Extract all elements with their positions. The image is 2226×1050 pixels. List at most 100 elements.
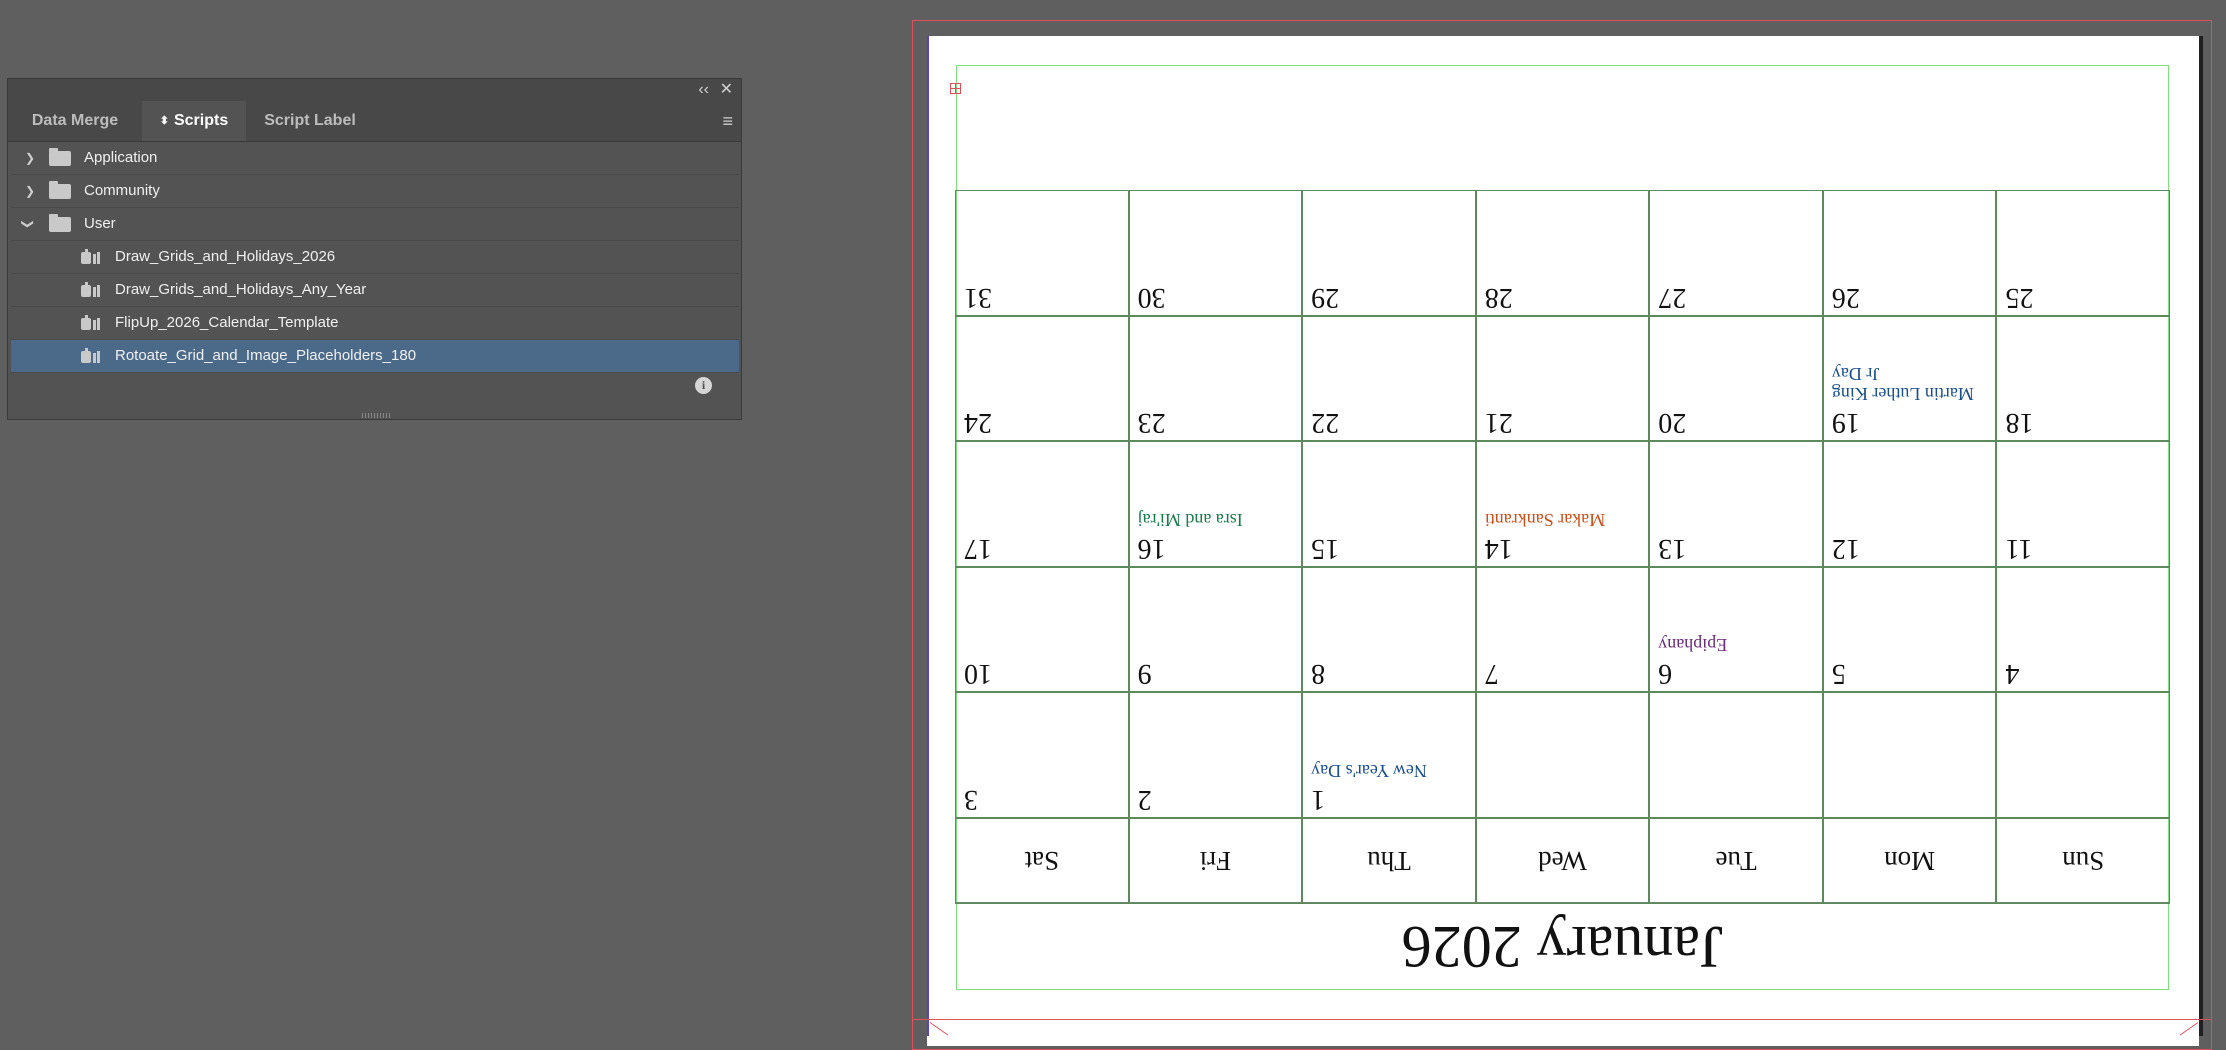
tree-script-item[interactable]: FlipUp_2026_Calendar_Template [11,307,739,340]
close-icon[interactable]: ✕ [720,79,733,101]
tree-folder-community[interactable]: ❯ Community [11,175,739,208]
day-number: 14 [1484,532,1513,564]
calendar-cell[interactable]: 15 [1302,441,1476,567]
chevron-down-icon[interactable]: ❯ [12,219,44,229]
calendar-cell[interactable]: 28 [1475,190,1650,316]
folder-icon [49,181,71,199]
holiday-label: Makar Sankranti [1484,509,1606,530]
calendar-cell[interactable] [1822,692,1997,818]
frame-anchor-marker[interactable] [950,83,961,94]
sort-arrows-icon: ⬍ [159,115,169,127]
script-tree: ❯ Application ❯ Community ❯ User Draw_Gr… [11,142,739,373]
calendar-grid-rotated[interactable]: January 2026 Sun Mon Tue Wed Thu Fri Sat 1 New Y… [955,190,2170,990]
calendar-cell[interactable]: 20 [1649,315,1823,442]
day-number: 18 [2005,407,2034,439]
calendar-cell[interactable]: 11 [1996,441,2170,567]
day-number: 21 [1484,407,1513,439]
tree-script-item[interactable]: Draw_Grids_and_Holidays_Any_Year [11,274,739,307]
calendar-cell[interactable]: 30 [1128,190,1303,316]
calendar-cell[interactable]: 23 [1128,315,1303,442]
calendar-cell[interactable]: 10 [955,566,1129,693]
weekday-header: Mon [1822,818,1997,904]
script-label: Rotoate_Grid_and_Image_Placeholders_180 [115,347,417,364]
calendar-cell[interactable]: 21 [1475,315,1650,442]
day-number: 8 [1311,658,1326,690]
calendar-cell[interactable] [1996,692,2170,818]
day-number: 10 [964,658,993,690]
calendar-cell[interactable]: 18 [1996,315,2170,442]
day-number: 24 [964,407,993,439]
calendar-cell[interactable]: 16 Isra and Mi'raj [1128,441,1303,567]
script-label: Draw_Grids_and_Holidays_2026 [115,248,336,265]
calendar-cell[interactable]: 27 [1649,190,1823,316]
holiday-label: Epiphany [1658,635,1728,656]
day-number: 26 [1831,281,1860,313]
calendar-cell[interactable]: 31 [955,190,1129,316]
calendar-cell[interactable]: 3 [955,692,1129,818]
calendar-cell[interactable]: 9 [1128,566,1303,693]
panel-title-bar[interactable]: ‹‹ ✕ [8,79,741,101]
calendar-table: Sun Mon Tue Wed Thu Fri Sat 1 New Year's Day 2 3 4 5… [955,190,2170,904]
day-number: 25 [2005,281,2034,313]
day-number: 17 [964,532,993,564]
day-number: 5 [1831,658,1846,690]
scripts-panel: ‹‹ ✕ Data Merge ⬍ Scripts Script Label ≡ … [7,78,742,420]
panel-tab-bar: Data Merge ⬍ Scripts Script Label [8,101,741,142]
calendar-cell[interactable]: 17 [955,441,1129,567]
folder-label: Community [84,182,160,199]
day-number: 30 [1137,281,1166,313]
calendar-cell[interactable]: 7 [1475,566,1650,693]
day-number: 13 [1658,532,1687,564]
resize-grip[interactable] [362,413,392,418]
double-chevron-left-icon[interactable]: ‹‹ [698,79,709,101]
tree-script-item[interactable]: Draw_Grids_and_Holidays_2026 [11,241,739,274]
calendar-cell[interactable]: 6 Epiphany [1649,566,1823,693]
calendar-cell[interactable]: 1 New Year's Day [1302,692,1476,818]
day-number: 20 [1658,407,1687,439]
calendar-cell[interactable]: 5 [1822,566,1997,693]
day-number: 27 [1658,281,1687,313]
calendar-cell[interactable]: 26 [1822,190,1997,316]
script-icon [81,282,100,297]
calendar-cell[interactable] [1475,692,1650,818]
info-icon[interactable]: i [695,377,712,394]
calendar-cell[interactable]: 2 [1128,692,1303,818]
day-number: 9 [1137,658,1152,690]
calendar-cell[interactable]: 12 [1822,441,1997,567]
calendar-cell[interactable]: 8 [1302,566,1476,693]
day-number: 23 [1137,407,1166,439]
folder-label: User [84,215,116,232]
day-number: 31 [964,281,993,313]
tree-script-item-selected[interactable]: Rotoate_Grid_and_Image_Placeholders_180 [11,340,739,373]
calendar-cell[interactable]: 24 [955,315,1129,442]
calendar-cell[interactable]: 22 [1302,315,1476,442]
tab-data-merge[interactable]: Data Merge [8,101,142,141]
calendar-cell[interactable]: 13 [1649,441,1823,567]
calendar-cell[interactable]: 4 [1996,566,2170,693]
weekday-header: Fri [1128,818,1303,904]
tree-folder-application[interactable]: ❯ Application [11,142,739,175]
chevron-right-icon[interactable]: ❯ [25,175,35,207]
calendar-cell[interactable] [1649,692,1823,818]
tab-script-label[interactable]: Script Label [246,101,374,141]
day-number: 11 [2005,532,2033,564]
calendar-cell[interactable]: 14 Makar Sankranti [1475,441,1650,567]
script-icon [81,348,100,363]
folder-icon [49,214,71,232]
tab-scripts-label: Scripts [173,112,229,129]
chevron-right-icon[interactable]: ❯ [25,142,35,174]
day-number: 29 [1311,281,1340,313]
tab-scripts[interactable]: ⬍ Scripts [142,101,246,141]
calendar-title: January 2026 [955,902,2170,990]
calendar-cell[interactable]: 25 [1996,190,2170,316]
bleed-guide-bottom [912,1019,2212,1020]
day-number: 28 [1484,281,1513,313]
page-shadow [2199,36,2203,1036]
day-number: 12 [1831,532,1860,564]
calendar-cell[interactable]: 29 [1302,190,1476,316]
day-number: 2 [1137,784,1152,815]
tree-folder-user[interactable]: ❯ User [11,208,739,241]
panel-menu-icon[interactable]: ≡ [722,101,733,141]
script-label: Draw_Grids_and_Holidays_Any_Year [115,281,367,298]
calendar-cell[interactable]: 19 Martin Luther King Jr Day [1822,315,1997,442]
